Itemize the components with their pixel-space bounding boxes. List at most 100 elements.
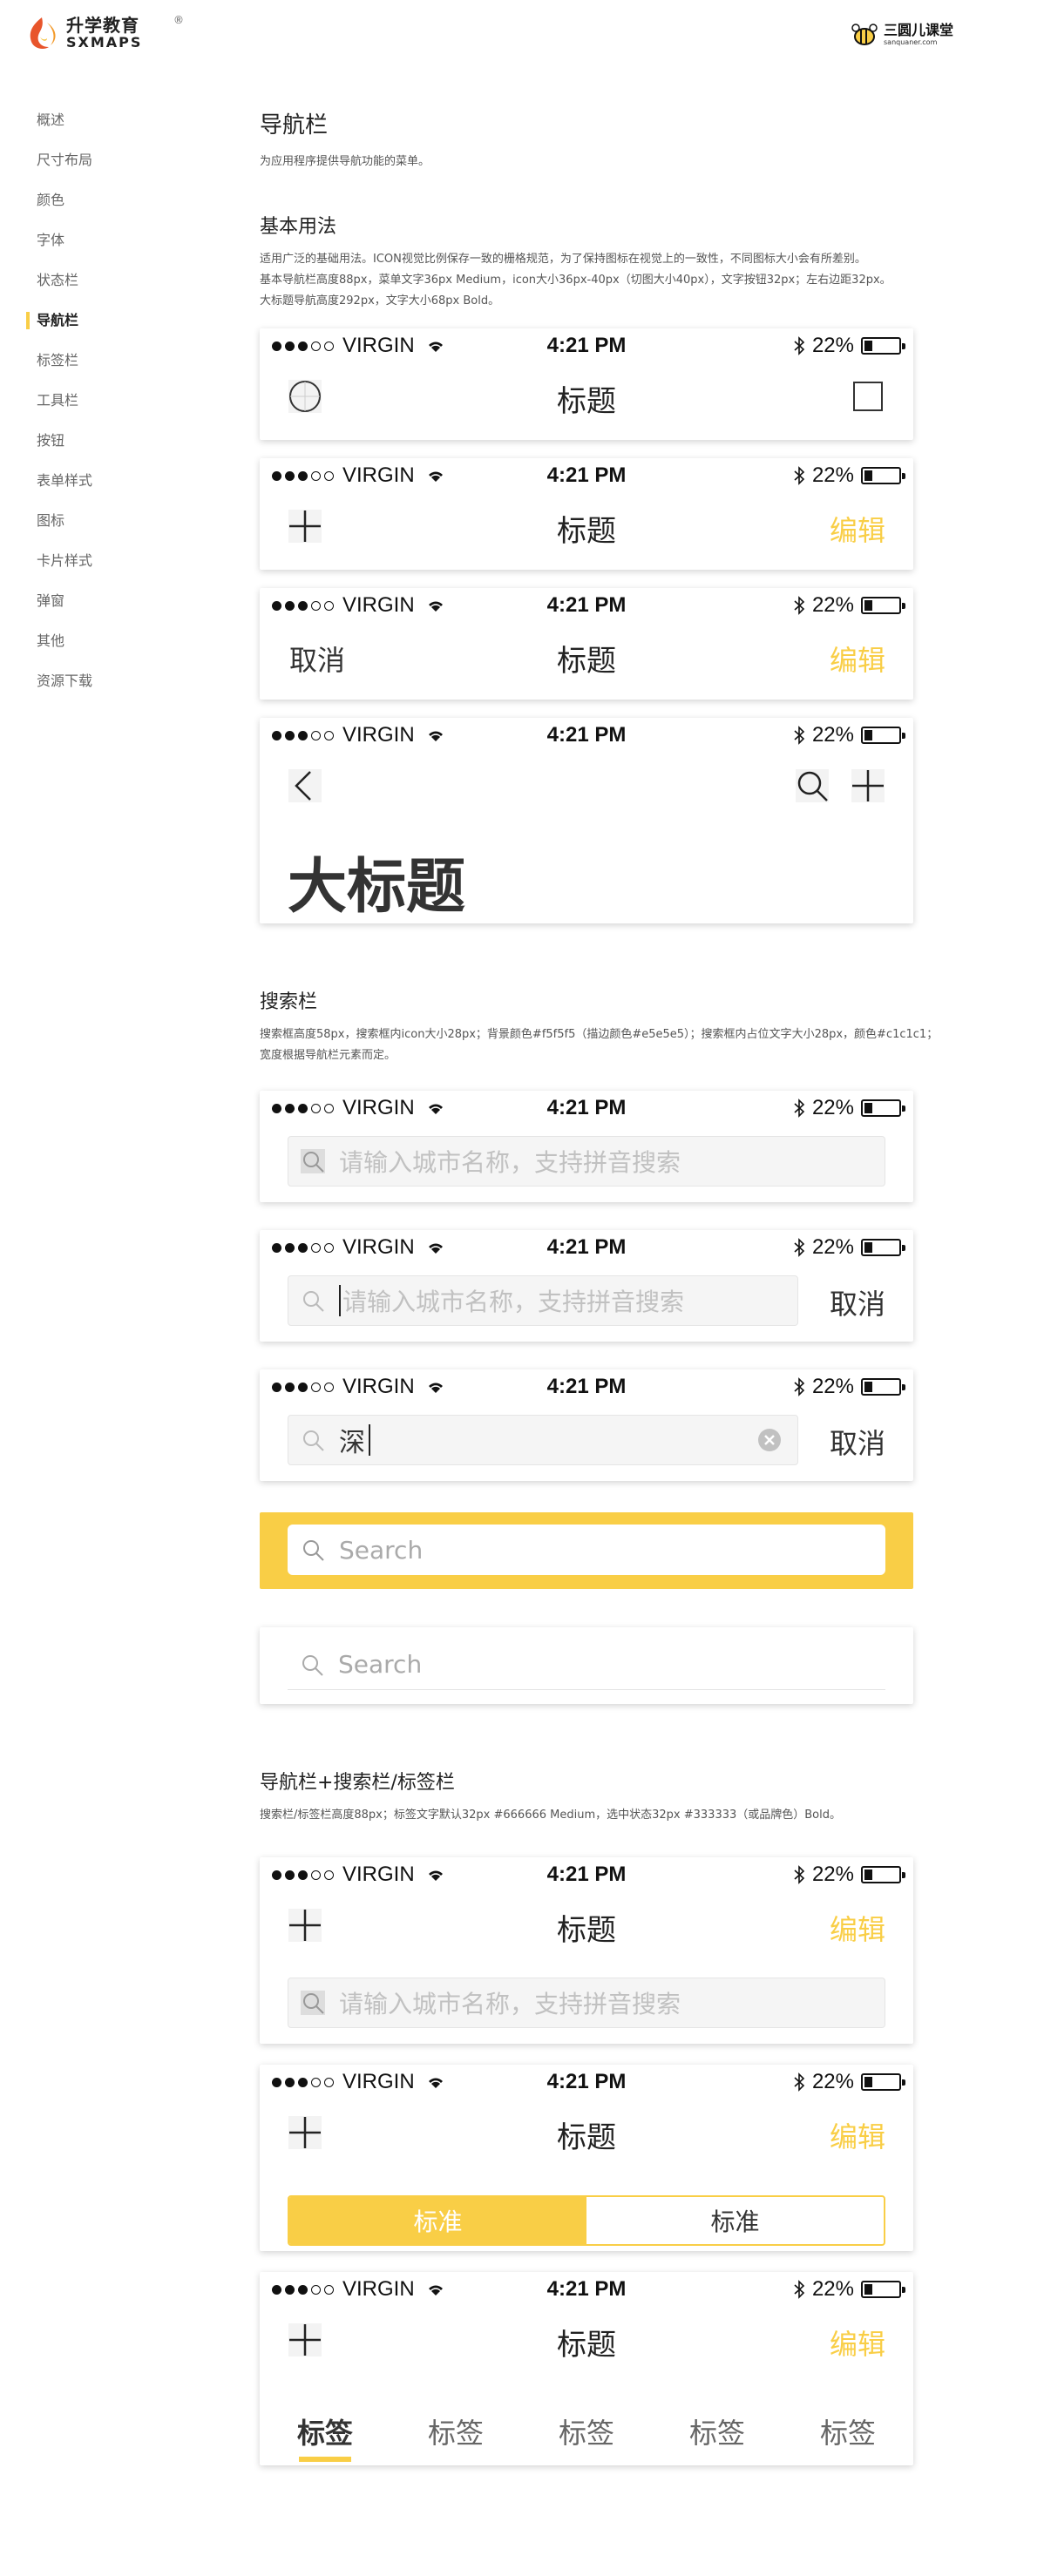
- search-example-brand: Search: [260, 1512, 913, 1589]
- search-placeholder: 请输入城市名称，支持拼音搜索: [342, 1288, 685, 1316]
- segment-left[interactable]: 标准: [289, 2197, 586, 2244]
- navbar-example-large-title: VIRGIN 4:21 PM 22% 大标题: [260, 718, 913, 923]
- bluetooth-icon: [794, 1099, 805, 1118]
- edit-button[interactable]: 编辑: [830, 2322, 885, 2363]
- status-bar: VIRGIN 4:21 PM 22%: [260, 1857, 913, 1889]
- sidebar-item-download[interactable]: 资源下载: [26, 669, 200, 709]
- search-input[interactable]: 请输入城市名称，支持拼音搜索: [288, 1136, 885, 1187]
- bluetooth-icon: [794, 336, 805, 355]
- search-icon: [303, 1540, 324, 1561]
- battery-percent: 22%: [811, 2277, 854, 2301]
- navbar: 标题 编辑: [260, 1889, 913, 1958]
- edit-button[interactable]: 编辑: [830, 509, 885, 549]
- sidebar-item-navbar[interactable]: 导航栏: [26, 308, 200, 348]
- tab-bar: 标签 标签 标签 标签 标签: [260, 2403, 913, 2462]
- sidebar-item-tabbar[interactable]: 标签栏: [26, 348, 200, 389]
- sidebar-item-icon[interactable]: 图标: [26, 509, 200, 549]
- bluetooth-icon: [794, 2280, 805, 2299]
- bluetooth-icon: [794, 1865, 805, 1884]
- bee-logo-icon: [851, 24, 878, 45]
- registered-mark: ®: [173, 14, 184, 26]
- bluetooth-icon: [794, 2072, 805, 2092]
- clear-icon[interactable]: [757, 1428, 782, 1452]
- edit-button[interactable]: 编辑: [830, 2115, 885, 2155]
- tab-4[interactable]: 标签: [689, 2403, 745, 2458]
- navbar: 标题 编辑: [260, 2303, 913, 2373]
- search-example-focused: VIRGIN 4:21 PM 22% 请输入城市名称，支持拼音搜索 取消: [260, 1230, 913, 1342]
- page-subtitle: 为应用程序提供导航功能的菜单。: [260, 155, 430, 168]
- cancel-button[interactable]: 取消: [830, 1282, 885, 1322]
- back-chevron-icon[interactable]: [288, 768, 322, 803]
- segment-right[interactable]: 标准: [586, 2197, 884, 2244]
- sidebar-item-layout[interactable]: 尺寸布局: [26, 148, 200, 188]
- text-caret: [339, 1285, 341, 1316]
- battery-percent: 22%: [811, 593, 854, 617]
- nav-title: 标题: [557, 1913, 616, 1948]
- search-input[interactable]: Search: [288, 1525, 885, 1575]
- battery-percent: 22%: [811, 334, 854, 357]
- combo-nav-search: VIRGIN 4:21 PM 22% 标题 编辑 请输入城市名称，支持拼音搜索: [260, 1857, 913, 2044]
- navbar-example-icons: VIRGIN 4:21 PM 22% 标题: [260, 328, 913, 440]
- flame-logo-icon: [30, 17, 56, 49]
- battery-percent: 22%: [811, 1235, 854, 1259]
- navbar: 标题: [260, 360, 913, 429]
- segmented-control: 标准 标准: [288, 2195, 885, 2246]
- tab-1[interactable]: 标签: [297, 2403, 353, 2462]
- battery-percent: 22%: [811, 1096, 854, 1119]
- search-input[interactable]: 请输入城市名称，支持拼音搜索: [288, 1978, 885, 2028]
- brand-logo[interactable]: 升学教育 SXMAPS ®: [23, 14, 184, 52]
- battery-percent: 22%: [811, 1375, 854, 1398]
- status-bar: VIRGIN 4:21 PM 22%: [260, 328, 913, 360]
- text-caret: [369, 1424, 370, 1456]
- edit-button[interactable]: 编辑: [830, 639, 885, 679]
- battery-icon: [861, 727, 905, 744]
- cancel-button[interactable]: 取消: [830, 1422, 885, 1462]
- sidebar-item-font[interactable]: 字体: [26, 228, 200, 268]
- sidebar-item-other[interactable]: 其他: [26, 629, 200, 669]
- status-bar: VIRGIN 4:21 PM 22%: [260, 718, 913, 749]
- search-icon[interactable]: [795, 768, 830, 803]
- navbar: 标题 编辑: [260, 490, 913, 559]
- battery-percent: 22%: [811, 463, 854, 487]
- status-bar: VIRGIN 4:21 PM 22%: [260, 1091, 913, 1122]
- nav-title: 标题: [557, 384, 616, 419]
- sidebar-item-button[interactable]: 按钮: [26, 429, 200, 469]
- search-icon: [303, 1430, 324, 1451]
- status-bar: VIRGIN 4:21 PM 22%: [260, 1369, 913, 1401]
- battery-icon: [861, 597, 905, 614]
- tab-3[interactable]: 标签: [559, 2403, 614, 2458]
- plus-icon[interactable]: [851, 768, 885, 803]
- sidebar-item-dialog[interactable]: 弹窗: [26, 589, 200, 629]
- search-example-default: VIRGIN 4:21 PM 22% 请输入城市名称，支持拼音搜索: [260, 1091, 913, 1202]
- search-example-typing: VIRGIN 4:21 PM 22% 深 取消: [260, 1369, 913, 1481]
- page-title: 导航栏: [260, 112, 329, 139]
- sidebar-item-overview[interactable]: 概述: [26, 108, 200, 148]
- status-bar: VIRGIN 4:21 PM 22%: [260, 458, 913, 490]
- search-input[interactable]: 请输入城市名称，支持拼音搜索: [288, 1275, 798, 1326]
- battery-icon: [861, 1866, 905, 1883]
- search-input[interactable]: Search: [288, 1640, 885, 1690]
- edit-button[interactable]: 编辑: [830, 1908, 885, 1948]
- search-input[interactable]: 深: [288, 1415, 798, 1465]
- combo-nav-segment: VIRGIN 4:21 PM 22% 标题 编辑 标准 标准: [260, 2065, 913, 2251]
- status-bar: VIRGIN 4:21 PM 22%: [260, 1230, 913, 1261]
- search-icon: [303, 1291, 324, 1312]
- battery-icon: [861, 1099, 905, 1117]
- battery-percent: 22%: [811, 2070, 854, 2093]
- navbar: 取消 标题 编辑: [260, 619, 913, 689]
- sidebar-item-color[interactable]: 颜色: [26, 188, 200, 228]
- search-placeholder: 请输入城市名称，支持拼音搜索: [339, 1148, 681, 1177]
- search-placeholder: Search: [338, 1650, 423, 1679]
- search-icon: [302, 1654, 323, 1676]
- square-grid-icon[interactable]: [851, 379, 885, 414]
- tab-2[interactable]: 标签: [428, 2403, 484, 2458]
- sidebar-item-toolbar[interactable]: 工具栏: [26, 389, 200, 429]
- partner-logo[interactable]: 三圆儿课堂 sanquaner.com: [851, 23, 953, 47]
- large-title: 大标题: [288, 853, 466, 922]
- sidebar-item-statusbar[interactable]: 状态栏: [26, 268, 200, 308]
- sidebar-item-form[interactable]: 表单样式: [26, 469, 200, 509]
- sidebar-item-card[interactable]: 卡片样式: [26, 549, 200, 589]
- battery-percent: 22%: [811, 1863, 854, 1886]
- section-title-basic: 基本用法: [260, 216, 337, 238]
- tab-5[interactable]: 标签: [820, 2403, 876, 2458]
